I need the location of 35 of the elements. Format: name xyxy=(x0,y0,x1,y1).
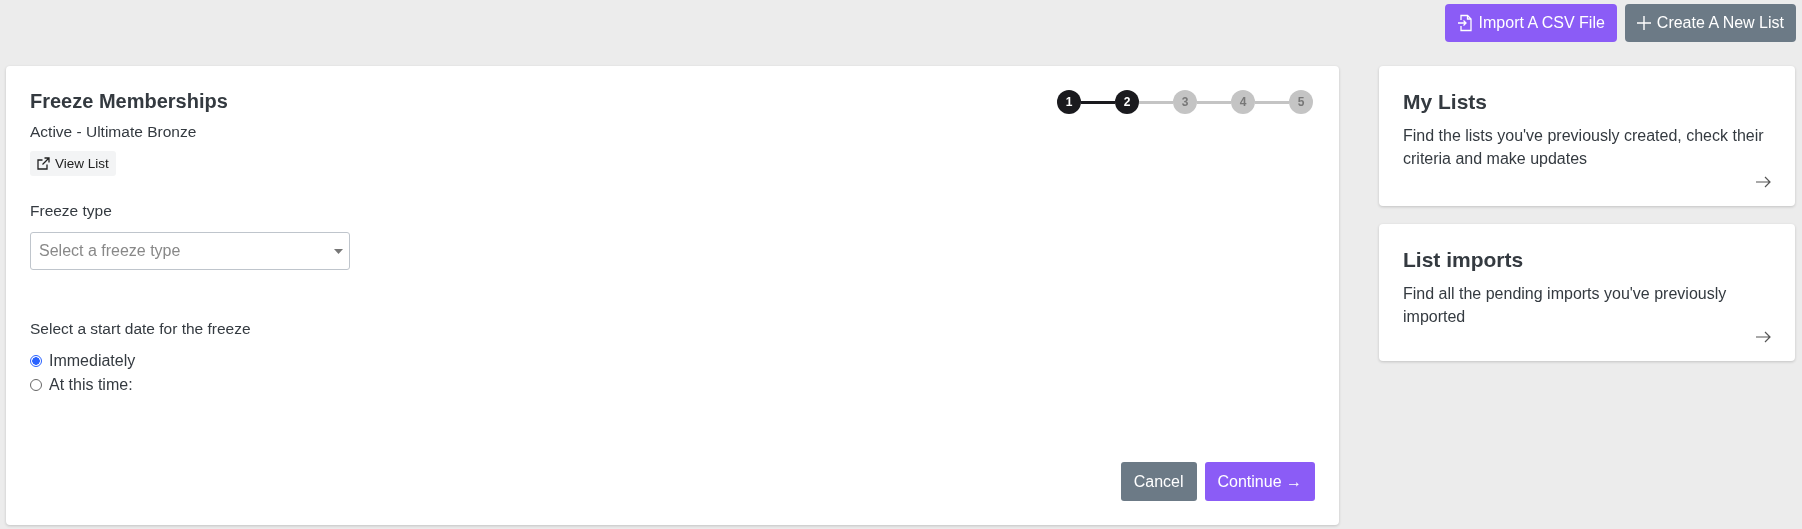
continue-button[interactable]: Continue → xyxy=(1204,462,1315,501)
field-label: Select a start date for the freeze xyxy=(30,320,252,338)
membership-status: Active - Ultimate Bronze xyxy=(30,123,198,141)
step-connector xyxy=(1139,100,1173,104)
link-card[interactable]: List imports Find all the pending imports you've previously imported xyxy=(1379,224,1795,361)
external-link-icon xyxy=(37,157,50,170)
step-indicator: 5 xyxy=(1289,90,1313,114)
caret-icon xyxy=(334,249,343,254)
radio-button[interactable] xyxy=(30,379,42,391)
arrow-right-icon xyxy=(1756,176,1771,188)
step-indicator: 4 xyxy=(1231,90,1255,114)
radio-option[interactable]: Immediately xyxy=(30,352,136,370)
step-indicator: 3 xyxy=(1173,90,1197,114)
create-button[interactable]: Create A New List xyxy=(1624,4,1796,42)
card-title: My Lists xyxy=(1403,90,1489,114)
view-list-button[interactable]: View List xyxy=(30,151,116,176)
card-description: Find the lists you've previously created, check their criteria and make updates xyxy=(1403,126,1765,169)
plus-icon xyxy=(1636,16,1651,30)
form-title: Freeze Memberships xyxy=(30,89,228,113)
step-connector xyxy=(1197,100,1231,104)
file-import-icon xyxy=(1456,14,1473,32)
arrow-right-icon xyxy=(1756,331,1771,343)
import-button[interactable]: Import A CSV File xyxy=(1444,4,1617,42)
freeze-type-select[interactable]: Select a freeze type xyxy=(30,232,350,270)
cancel-button[interactable]: Cancel xyxy=(1120,462,1197,501)
step-connector xyxy=(1255,100,1289,104)
link-card[interactable]: My Lists Find the lists you've previously created, check their criteria and make updates xyxy=(1379,66,1795,206)
radio-button[interactable] xyxy=(30,355,42,367)
step-connector xyxy=(1081,100,1115,104)
field-label: Freeze type xyxy=(30,202,113,220)
radio-option[interactable]: At this time: xyxy=(30,376,133,394)
card-description: Find all the pending imports you've previously imported xyxy=(1403,284,1728,327)
step-indicator: 2 xyxy=(1115,90,1139,114)
card-title: List imports xyxy=(1403,248,1525,272)
step-indicator: 1 xyxy=(1057,90,1081,114)
